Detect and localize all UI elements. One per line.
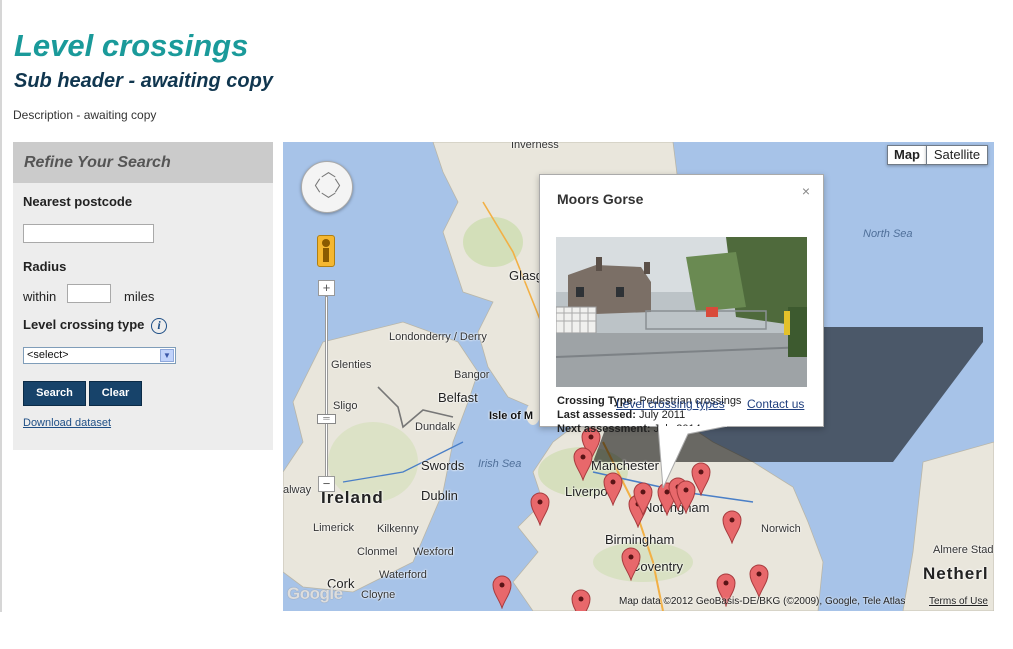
info-window-title: Moors Gorse (557, 191, 644, 207)
place-dundalk: Dundalk (415, 421, 456, 433)
page-title: Level crossings (14, 28, 249, 63)
info-icon[interactable]: i (151, 318, 167, 334)
map-marker[interactable] (633, 482, 653, 516)
zoom-slider-track[interactable] (325, 296, 328, 484)
place-isle-of-man: Isle of M (489, 410, 534, 422)
map-marker[interactable] (749, 564, 769, 598)
place-swords: Swords (421, 458, 465, 473)
map-marker[interactable] (621, 547, 641, 581)
place-manchester: Manchester (591, 458, 659, 473)
crossing-photo (556, 237, 807, 387)
place-londonderry: Londonderry / Derry (389, 331, 487, 343)
close-icon[interactable]: × (802, 183, 810, 199)
place-cloyne: Cloyne (361, 589, 396, 601)
pan-right-icon[interactable]: 〉 (334, 179, 349, 194)
crossing-type-select[interactable]: <select> ▼ (23, 347, 176, 364)
map-type-satellite-button[interactable]: Satellite (926, 145, 988, 165)
place-galway: alway (283, 484, 312, 496)
terms-of-use-link[interactable]: Terms of Use (929, 596, 988, 607)
place-irish-sea: Irish Sea (478, 458, 522, 470)
pan-control[interactable]: ︿ 〈 〉 ﹀ (301, 161, 353, 213)
place-clonmel: Clonmel (357, 546, 398, 558)
map-marker[interactable] (603, 472, 623, 506)
map-marker[interactable] (530, 492, 550, 526)
place-waterford: Waterford (379, 569, 427, 581)
zoom-slider-handle[interactable]: ═ (317, 414, 336, 424)
place-dublin: Dublin (421, 488, 458, 503)
clear-button[interactable]: Clear (89, 381, 142, 406)
page-description: Description - awaiting copy (13, 108, 157, 122)
place-wexford: Wexford (413, 546, 454, 558)
refine-search-panel: Refine Your Search Nearest postcode Radi… (13, 142, 273, 450)
place-sligo: Sligo (333, 400, 358, 412)
place-inverness: Inverness (511, 142, 559, 151)
place-kilkenny: Kilkenny (377, 523, 419, 535)
info-window-tail (658, 426, 728, 488)
street-view-pegman-icon[interactable] (317, 235, 335, 267)
map-marker[interactable] (573, 447, 593, 481)
next-assessment-key: Next assessment: (557, 423, 651, 435)
zoom-out-button[interactable]: − (318, 476, 335, 492)
pan-down-icon[interactable]: ﹀ (321, 193, 336, 208)
place-norwich: Norwich (761, 523, 801, 535)
contact-us-link[interactable]: Contact us (747, 397, 804, 411)
place-glenties: Glenties (331, 359, 372, 371)
place-glasgow: Glasg (509, 268, 543, 283)
place-liverpool: Liverpo (565, 484, 608, 499)
map-copyright: Map data ©2012 GeoBasis-DE/BKG (©2009), … (619, 596, 906, 607)
map-marker[interactable] (571, 589, 591, 611)
radius-input[interactable] (67, 284, 111, 303)
map-marker[interactable] (722, 510, 742, 544)
page-subtitle: Sub header - awaiting copy (14, 70, 273, 92)
miles-label: miles (124, 289, 155, 304)
place-belfast: Belfast (438, 390, 478, 405)
chevron-down-icon[interactable]: ▼ (160, 349, 174, 362)
search-button[interactable]: Search (23, 381, 86, 406)
postcode-input[interactable] (23, 224, 154, 243)
map-view[interactable]: Inverness North Sea Glasg Londonderry / … (283, 142, 994, 611)
place-bangor: Bangor (454, 369, 490, 381)
radius-label: Radius (23, 259, 67, 274)
place-netherlands: Netherl (923, 564, 989, 583)
within-label: within (23, 289, 57, 304)
refine-search-heading: Refine Your Search (13, 142, 273, 183)
download-dataset-link[interactable]: Download dataset (23, 417, 111, 429)
pan-left-icon[interactable]: 〈 (306, 179, 321, 194)
place-birmingham: Birmingham (605, 532, 675, 547)
info-window: Moors Gorse × Crossing Type: Pedestrian … (539, 174, 824, 435)
postcode-label: Nearest postcode (23, 194, 133, 209)
pan-up-icon[interactable]: ︿ (321, 164, 336, 179)
place-limerick: Limerick (313, 522, 354, 534)
zoom-in-button[interactable]: + (318, 280, 335, 296)
crossing-type-label: Level crossing type (23, 317, 145, 332)
map-type-map-button[interactable]: Map (887, 145, 927, 165)
left-border (0, 0, 2, 612)
google-logo: Google (287, 584, 343, 603)
map-marker[interactable] (492, 575, 512, 609)
place-north-sea: North Sea (863, 228, 913, 240)
level-crossing-types-link[interactable]: Level crossing types (616, 397, 725, 411)
crossing-type-selected: <select> (27, 349, 69, 361)
place-almere: Almere Stad (933, 544, 994, 556)
